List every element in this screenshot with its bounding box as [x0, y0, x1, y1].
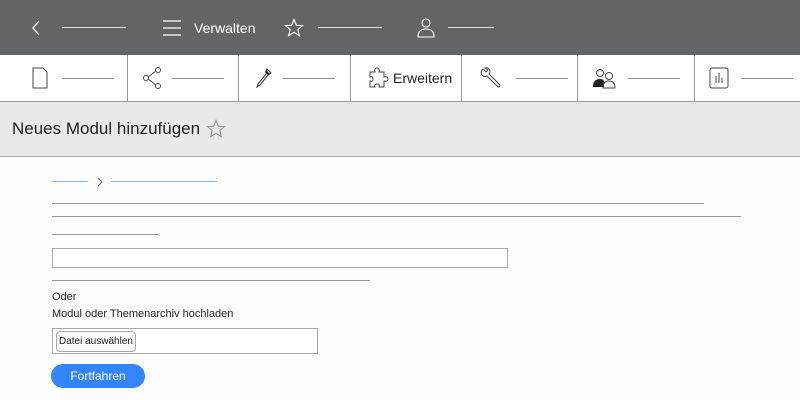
continue-button[interactable]: Fortfahren [51, 364, 145, 388]
chevron-left-icon [32, 20, 40, 35]
breadcrumb-current [111, 181, 217, 182]
users-icon [593, 69, 616, 89]
or-label: Oder [52, 291, 77, 303]
favorites-button[interactable] [284, 0, 382, 55]
placeholder-line [516, 77, 568, 79]
page-icon [32, 67, 48, 89]
placeholder-line [62, 77, 114, 79]
tool-tools[interactable] [462, 55, 578, 101]
tool-extend[interactable]: Erweitern [351, 55, 462, 101]
menu-label: Verwalten [194, 19, 256, 36]
placeholder-line [52, 203, 704, 204]
placeholder-line [283, 77, 335, 79]
tool-pages[interactable] [0, 55, 128, 101]
star-icon [284, 17, 304, 37]
placeholder-line [52, 216, 741, 217]
favorite-star-icon[interactable] [206, 119, 227, 139]
puzzle-icon [369, 67, 389, 88]
tool-design[interactable] [239, 55, 351, 101]
menu-button[interactable]: Verwalten [162, 0, 255, 55]
placeholder-line [52, 280, 370, 281]
eyedropper-icon [256, 67, 272, 89]
back-button[interactable] [30, 0, 126, 55]
breadcrumb-link[interactable] [52, 181, 88, 182]
share-icon [143, 67, 161, 89]
placeholder-line [448, 27, 494, 28]
user-icon [417, 17, 435, 38]
tool-users[interactable] [578, 55, 695, 101]
placeholder-line [62, 27, 126, 28]
user-button[interactable] [416, 0, 494, 55]
toolbar: Erweitern [0, 55, 800, 102]
tool-share[interactable] [128, 55, 239, 101]
breadcrumb-chevron-icon [97, 177, 103, 187]
module-url-input[interactable] [52, 248, 508, 268]
placeholder-line [628, 77, 680, 79]
placeholder-line [52, 234, 159, 235]
placeholder-line [318, 27, 382, 28]
page-title: Neues Modul hinzufügen [12, 119, 201, 138]
placeholder-line [172, 77, 224, 79]
placeholder-line [741, 77, 793, 79]
extend-label: Erweitern [393, 70, 453, 86]
top-bar: Verwalten [0, 0, 800, 55]
chart-icon [709, 67, 729, 89]
page-header: Neues Modul hinzufügen [0, 102, 800, 157]
tool-stats[interactable] [695, 55, 800, 101]
wrench-icon [480, 67, 501, 88]
menu-icon [163, 19, 181, 36]
file-input[interactable]: Datei auswählen [52, 328, 318, 354]
choose-file-button[interactable]: Datei auswählen [56, 331, 136, 352]
upload-label: Modul oder Themenarchiv hochladen [52, 308, 234, 320]
